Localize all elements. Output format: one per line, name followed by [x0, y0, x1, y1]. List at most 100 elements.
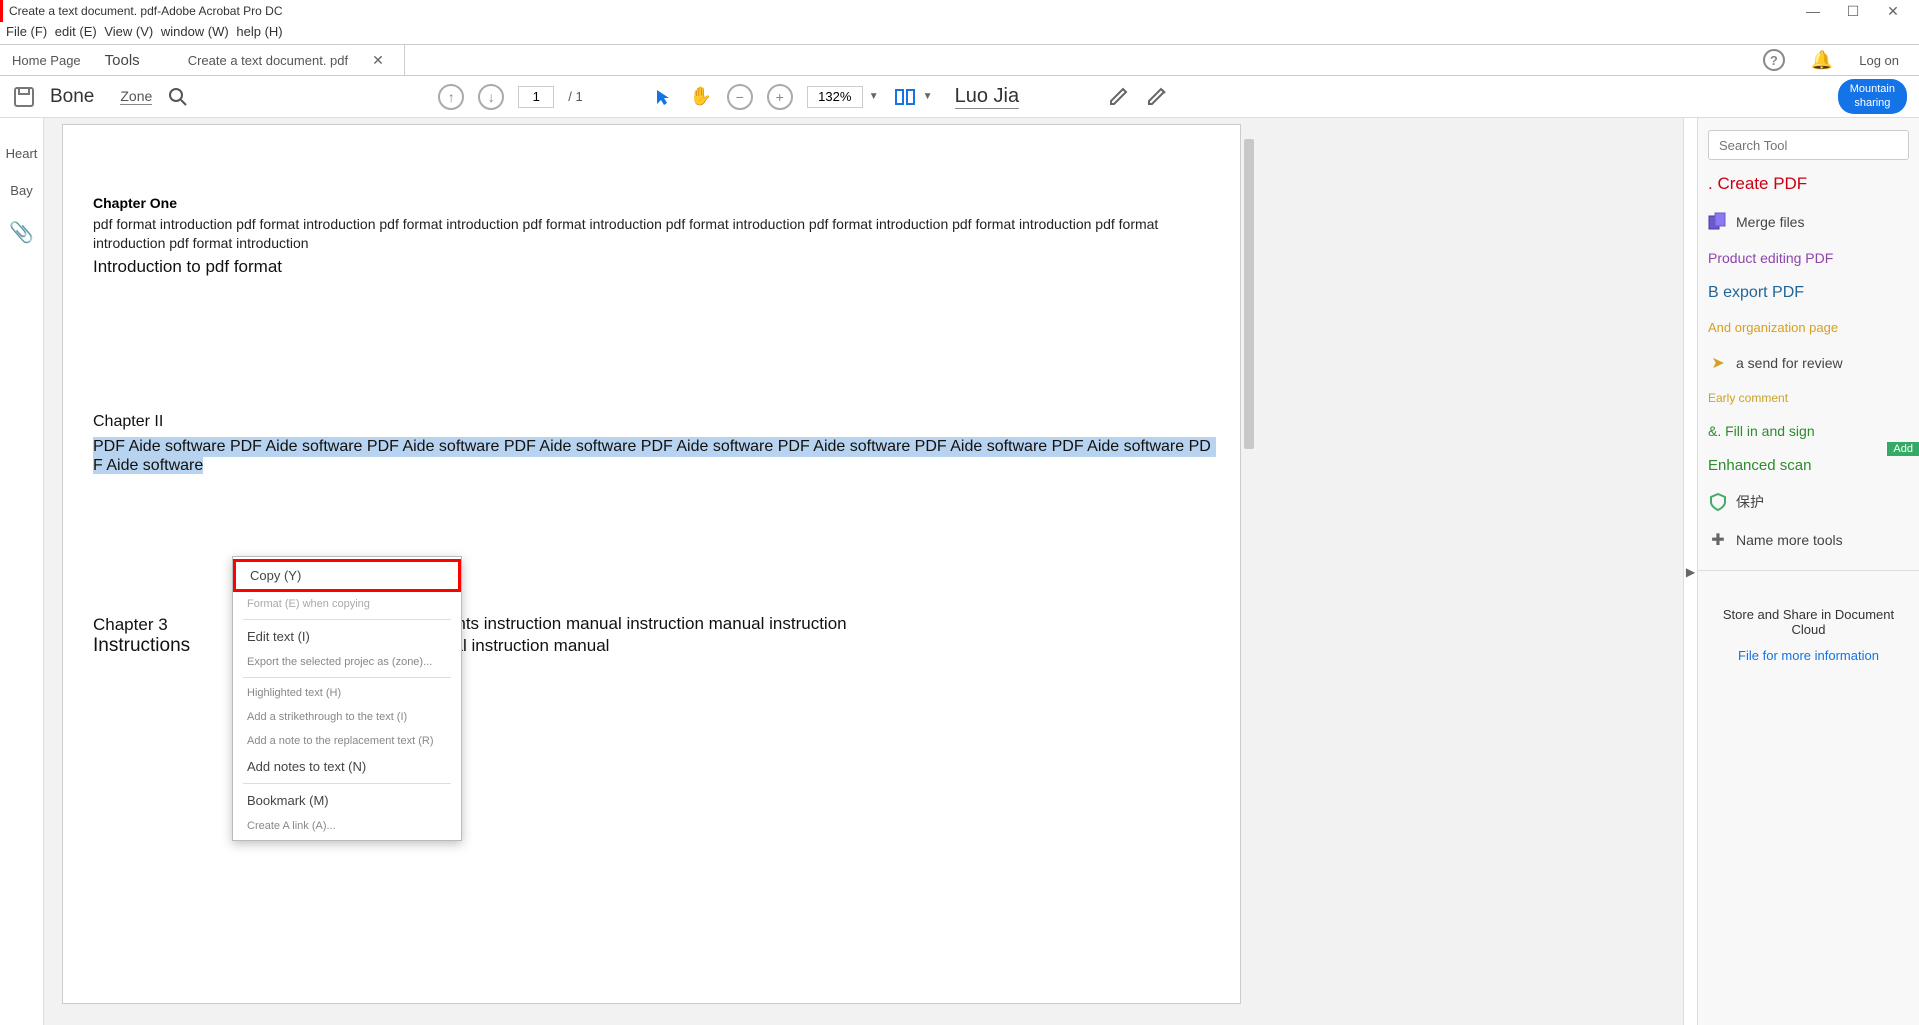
prev-page-icon[interactable]: ↑	[438, 84, 464, 110]
send-review-label: a send for review	[1736, 355, 1843, 371]
share-button-top: Mountain	[1850, 83, 1895, 96]
hand-icon[interactable]: ✋	[689, 85, 713, 109]
right-collapse-icon[interactable]: ▶	[1683, 118, 1697, 1025]
bell-icon[interactable]: 🔔	[1811, 50, 1833, 71]
menubar: File (F) edit (E) View (V) window (W) he…	[0, 22, 1919, 44]
ctx-copy[interactable]: Copy (Y)	[233, 559, 461, 592]
document-area: Chapter One pdf format introduction pdf …	[44, 118, 1683, 1025]
shield-icon	[1708, 492, 1728, 512]
merge-label: Merge files	[1736, 214, 1804, 230]
left-rail-bay[interactable]: Bay	[10, 183, 32, 198]
cloud-title: Store and Share in Document Cloud	[1708, 607, 1909, 637]
ctx-sep2	[243, 677, 451, 678]
left-rail-heart[interactable]: Heart	[6, 146, 38, 161]
chapter1-body: pdf format introduction pdf format intro…	[93, 215, 1216, 253]
organize-label: And organization page	[1708, 320, 1838, 335]
menu-help[interactable]: help (H)	[236, 24, 282, 39]
logon-link[interactable]: Log on	[1859, 53, 1899, 68]
tool-edit-pdf[interactable]: Product editing PDF	[1708, 246, 1909, 270]
pointer-icon[interactable]	[651, 85, 675, 109]
ctx-add-notes[interactable]: Add notes to text (N)	[233, 753, 461, 780]
tab-document[interactable]: Create a text document. pdf ✕	[168, 45, 405, 75]
vertical-scrollbar[interactable]	[1244, 139, 1254, 449]
contents-text: Contents instruction manual instruction …	[411, 613, 871, 657]
export-pdf-label: B export PDF	[1708, 284, 1804, 302]
share-button-bot: sharing	[1850, 97, 1895, 110]
menu-edit[interactable]: edit (E)	[55, 24, 97, 39]
ctx-edit-text[interactable]: Edit text (I)	[233, 623, 461, 650]
zone-label[interactable]: Zone	[120, 88, 152, 105]
protect-label: 保护	[1736, 492, 1764, 512]
more-tools-icon: ✚	[1708, 530, 1728, 550]
ctx-replace-note[interactable]: Add a note to the replacement text (R)	[233, 729, 461, 753]
tool-early-comment[interactable]: Early comment	[1708, 387, 1909, 409]
chapter2-heading: Chapter II	[93, 413, 1216, 431]
tool-export-pdf[interactable]: B export PDF	[1708, 280, 1909, 306]
search-tool-input[interactable]	[1708, 130, 1909, 160]
titlebar: Create a text document. pdf-Adobe Acroba…	[0, 0, 1919, 22]
selected-text-row2[interactable]: F Aide software	[93, 457, 203, 474]
luojia-label[interactable]: Luo Jia	[955, 85, 1020, 109]
ctx-highlight-text[interactable]: Highlighted text (H)	[233, 681, 461, 705]
menu-file[interactable]: File (F)	[6, 24, 47, 39]
merge-icon	[1708, 212, 1728, 232]
ctx-bookmark[interactable]: Bookmark (M)	[233, 787, 461, 814]
create-pdf-label: . Create PDF	[1708, 174, 1807, 194]
more-tools-label: Name more tools	[1736, 532, 1843, 548]
share-button[interactable]: Mountain sharing	[1838, 79, 1907, 113]
close-tab-icon[interactable]: ✕	[372, 52, 384, 69]
left-rail: Heart Bay 📎 ◀	[0, 118, 44, 1025]
ctx-format-copy[interactable]: Format (E) when copying	[233, 592, 461, 616]
search-icon[interactable]	[166, 85, 190, 109]
tool-send-review[interactable]: ➤ a send for review	[1708, 349, 1909, 377]
help-icon[interactable]: ?	[1763, 49, 1785, 71]
ctx-create-link[interactable]: Create A link (A)...	[233, 814, 461, 838]
tab-tools[interactable]: Tools	[93, 52, 168, 69]
tabbar: Home Page Tools Create a text document. …	[0, 44, 1919, 76]
cloud-more-info-link[interactable]: File for more information	[1708, 647, 1909, 665]
menu-view[interactable]: View (V)	[104, 24, 153, 39]
zoom-input[interactable]	[807, 86, 863, 108]
tool-more-tools[interactable]: ✚ Name more tools	[1708, 526, 1909, 554]
tool-organize-pages[interactable]: And organization page	[1708, 316, 1909, 339]
ctx-strikethrough[interactable]: Add a strikethrough to the text (I)	[233, 705, 461, 729]
tool-enhanced-scan[interactable]: Enhanced scan	[1708, 453, 1909, 478]
save-icon[interactable]	[12, 85, 36, 109]
right-rail-divider	[1698, 570, 1919, 571]
ctx-sep3	[243, 783, 451, 784]
tool-create-pdf[interactable]: . Create PDF	[1708, 170, 1909, 198]
zoom-out-icon[interactable]: −	[727, 84, 753, 110]
minimize-button[interactable]: —	[1793, 2, 1833, 20]
fill-sign-label: &. Fill in and sign	[1708, 423, 1815, 439]
bone-label[interactable]: Bone	[50, 86, 94, 108]
tool-merge-files[interactable]: Merge files	[1708, 208, 1909, 236]
page-total-label: / 1	[568, 89, 582, 104]
tab-document-label: Create a text document. pdf	[188, 53, 348, 68]
ctx-sep1	[243, 619, 451, 620]
zoom-dropdown-icon[interactable]: ▼	[869, 91, 879, 102]
chapter1-heading: Chapter One	[93, 195, 1216, 211]
selected-text-row1[interactable]: PDF Aide software PDF Aide software PDF …	[93, 437, 1216, 457]
early-comment-label: Early comment	[1708, 391, 1788, 405]
tab-home[interactable]: Home Page	[0, 53, 93, 68]
sign-icon[interactable]	[1145, 85, 1169, 109]
maximize-button[interactable]: ☐	[1833, 2, 1873, 20]
chapter1-subtitle: Introduction to pdf format	[93, 257, 1216, 277]
close-window-button[interactable]: ✕	[1873, 2, 1913, 20]
menu-window[interactable]: window (W)	[161, 24, 229, 39]
page-number-input[interactable]	[518, 86, 554, 108]
tool-protect[interactable]: 保护	[1708, 488, 1909, 516]
zoom-in-icon[interactable]: +	[767, 84, 793, 110]
next-page-icon[interactable]: ↓	[478, 84, 504, 110]
tool-fill-sign[interactable]: &. Fill in and sign	[1708, 419, 1909, 443]
workspace: Heart Bay 📎 ◀ Chapter One pdf format int…	[0, 118, 1919, 1025]
page-display-icon[interactable]	[893, 85, 917, 109]
display-dropdown-icon[interactable]: ▼	[923, 91, 933, 102]
pen-icon[interactable]	[1107, 85, 1131, 109]
window-title: Create a text document. pdf-Adobe Acroba…	[9, 4, 282, 18]
right-rail: . Create PDF Merge files Product editing…	[1697, 118, 1919, 1025]
ctx-export-selection[interactable]: Export the selected projec as (zone)...	[233, 650, 461, 674]
add-badge[interactable]: Add	[1887, 442, 1919, 456]
toolbar: Bone Zone ↑ ↓ / 1 ✋ − + ▼ ▼ Luo Jia Moun…	[0, 76, 1919, 118]
attachment-icon[interactable]: 📎	[9, 220, 34, 245]
